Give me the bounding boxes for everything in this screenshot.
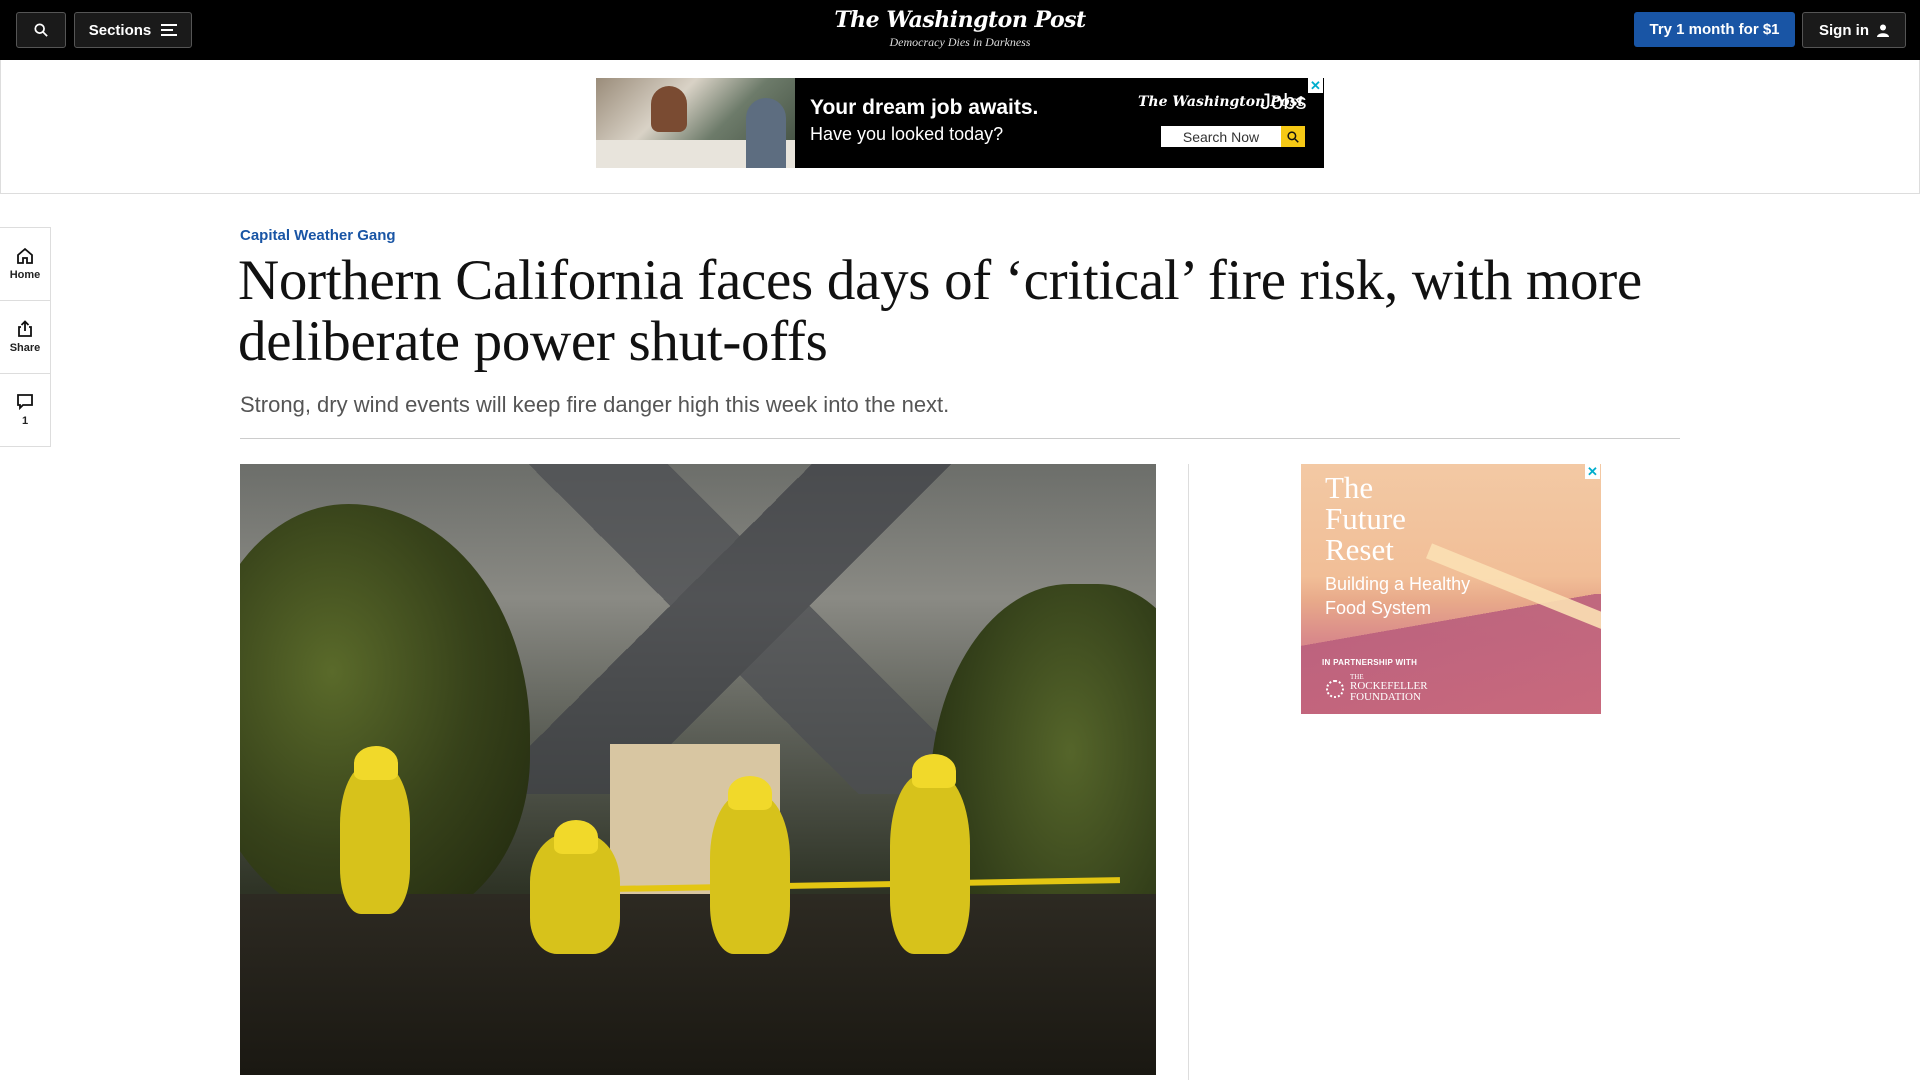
ad-title-line: Future (1325, 501, 1406, 536)
rockefeller-wordmark: THE ROCKEFELLER FOUNDATION (1350, 674, 1428, 703)
site-tagline: Democracy Dies in Darkness (889, 35, 1031, 49)
ad-photo-handshake (596, 78, 795, 168)
left-action-rail: Home Share 1 (0, 227, 51, 447)
ad-close-icon[interactable]: ✕ (1585, 464, 1600, 479)
rockefeller-mark-icon (1326, 679, 1344, 698)
photo-helmet (354, 746, 398, 780)
photo-helmet (554, 820, 598, 854)
ad-photo-person-left (651, 86, 687, 132)
masthead[interactable]: The Washington Post Democracy Dies in Da… (760, 4, 1160, 50)
photo-helmet (728, 776, 772, 810)
ad-close-icon[interactable]: ✕ (1308, 78, 1323, 93)
photo-ground (240, 894, 1156, 1075)
ad-title: The Future Reset (1325, 472, 1406, 565)
ad-subline: Have you looked today? (810, 124, 1004, 144)
sections-button[interactable]: Sections (74, 12, 192, 48)
lead-photo-firefighters[interactable] (240, 464, 1156, 1075)
photo-firefighter-1 (340, 746, 410, 914)
top-navigation-bar: Sections The Washington Post Democracy D… (0, 0, 1920, 60)
comment-icon (17, 394, 33, 411)
rockefeller-word: FOUNDATION (1350, 691, 1421, 703)
user-icon (1877, 24, 1889, 37)
section-kicker[interactable]: Capital Weather Gang (240, 227, 396, 244)
ad-title-line: The (1325, 470, 1374, 505)
column-divider (1188, 464, 1189, 1080)
photo-helmet (912, 754, 956, 788)
ad-subtitle: Building a Healthy Food System (1325, 572, 1470, 620)
sign-in-button[interactable]: Sign in (1802, 12, 1906, 48)
photo-firefighter-4 (890, 754, 970, 954)
photo-firefighter-3 (710, 776, 790, 954)
comments-button[interactable]: 1 (0, 374, 50, 446)
ad-title-line: Reset (1325, 532, 1394, 567)
ad-subtitle-line: Food System (1325, 598, 1432, 618)
jobs-advertisement[interactable]: Your dream job awaits. Have you looked t… (596, 78, 1324, 168)
ad-headline: Your dream job awaits. (810, 96, 1039, 119)
sections-label: Sections (88, 21, 152, 39)
sign-in-label: Sign in (1819, 21, 1869, 39)
ad-search-now[interactable]: Search Now (1161, 126, 1281, 147)
rockefeller-logo: THE ROCKEFELLER FOUNDATION (1326, 674, 1428, 703)
photo-firefighter-2 (530, 820, 620, 954)
article-subheadline: Strong, dry wind events will keep fire d… (240, 392, 950, 417)
search-icon (1287, 130, 1299, 143)
home-icon (17, 247, 33, 264)
future-reset-advertisement[interactable]: The Future Reset Building a Healthy Food… (1301, 464, 1601, 714)
home-button[interactable]: Home (0, 228, 50, 301)
ad-brand-jobs: Jobs (1260, 89, 1307, 114)
ad-photo-person-right (746, 98, 786, 168)
subscribe-button[interactable]: Try 1 month for $1 (1634, 12, 1795, 47)
ad-search-button[interactable] (1281, 126, 1305, 147)
share-icon (18, 320, 32, 337)
header-divider (240, 438, 1680, 439)
ad-partnership-label: IN PARTNERSHIP WITH (1322, 658, 1418, 667)
home-label: Home (9, 269, 41, 281)
share-button[interactable]: Share (0, 301, 50, 374)
search-button[interactable] (16, 12, 66, 48)
share-label: Share (9, 342, 41, 354)
article-headline: Northern California faces days of ‘criti… (238, 249, 1642, 373)
comments-count: 1 (21, 415, 29, 427)
search-icon (34, 23, 48, 37)
ad-subtitle-line: Building a Healthy (1325, 574, 1471, 594)
site-logo[interactable]: The Washington Post (760, 4, 1160, 36)
hamburger-icon (161, 24, 178, 36)
